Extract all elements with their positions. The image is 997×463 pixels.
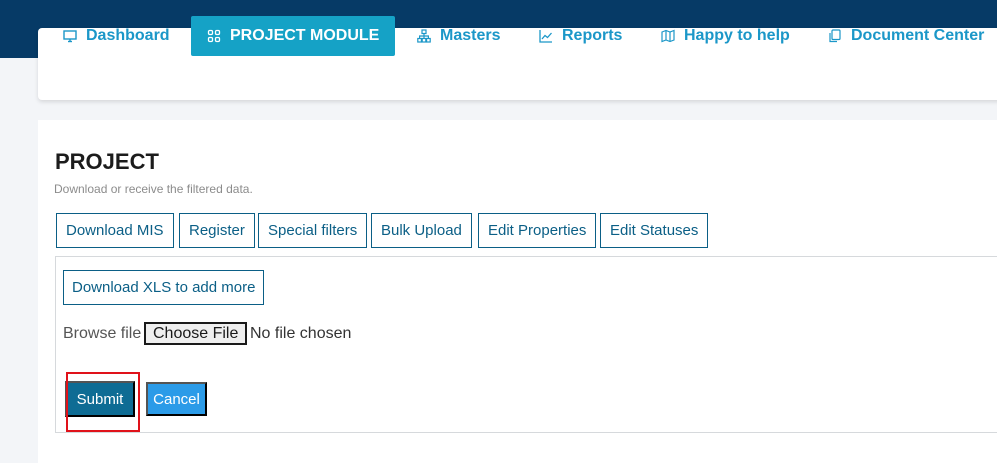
nav-item-label: PROJECT MODULE: [230, 27, 380, 44]
file-status-text: No file chosen: [250, 325, 352, 342]
map-icon: [661, 29, 675, 43]
nav-item-label: Masters: [440, 27, 501, 44]
monitor-icon: [63, 29, 77, 43]
nav-item-happy-to-help[interactable]: Happy to help: [661, 16, 790, 56]
cancel-button[interactable]: Cancel: [146, 382, 207, 416]
download-mis-button[interactable]: Download MIS: [56, 213, 174, 248]
nav-item-project-module[interactable]: PROJECT MODULE: [191, 16, 396, 56]
choose-file-button[interactable]: Choose File: [144, 322, 248, 345]
browse-file-label: Browse file: [63, 325, 142, 342]
download-xls-button[interactable]: Download XLS to add more: [63, 270, 265, 305]
nav-item-label: Document Center: [851, 27, 985, 44]
nav-item-masters[interactable]: Masters: [417, 16, 500, 56]
page-title: PROJECT: [55, 149, 159, 174]
nav-item-document-center[interactable]: Document Center: [828, 16, 984, 56]
submit-button[interactable]: Submit: [65, 381, 135, 417]
nav-item-dashboard[interactable]: Dashboard: [63, 16, 170, 56]
documents-icon: [828, 29, 842, 43]
nav-item-reports[interactable]: Reports: [539, 16, 622, 56]
line-chart-icon: [539, 29, 553, 43]
bulk-upload-button[interactable]: Bulk Upload: [371, 213, 472, 248]
edit-properties-button[interactable]: Edit Properties: [478, 213, 597, 248]
edit-statuses-button[interactable]: Edit Statuses: [600, 213, 709, 248]
nav-item-label: Reports: [562, 27, 623, 44]
register-button[interactable]: Register: [179, 213, 255, 248]
page-subtitle: Download or receive the filtered data.: [54, 182, 253, 196]
special-filters-button[interactable]: Special filters: [258, 213, 368, 248]
hierarchy-icon: [417, 29, 431, 43]
left-gutter: [0, 58, 38, 463]
nav-item-label: Dashboard: [86, 27, 170, 44]
nav-item-label: Happy to help: [684, 27, 790, 44]
grid-icon: [207, 29, 221, 43]
